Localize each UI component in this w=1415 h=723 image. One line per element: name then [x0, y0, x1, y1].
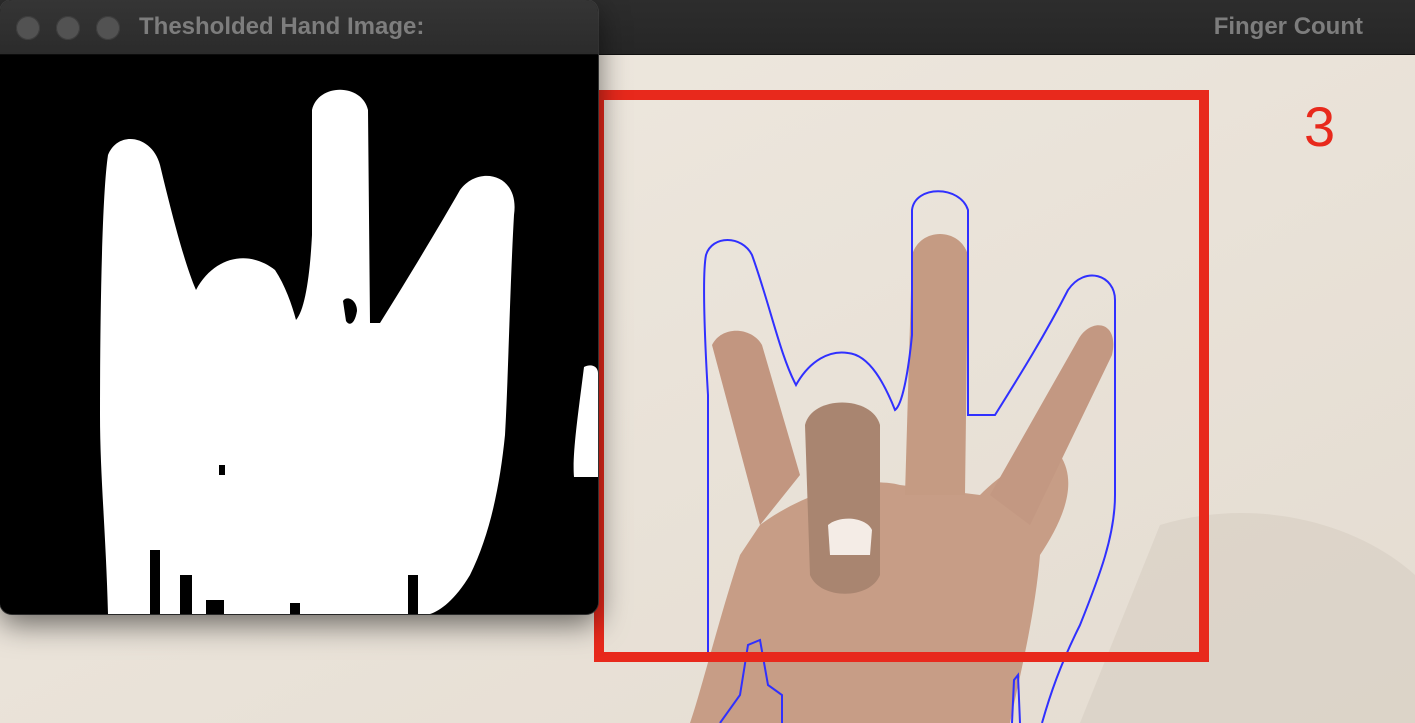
thresholded-hand-window: Thesholded Hand Image: — [0, 0, 598, 614]
folded-finger-photo — [805, 402, 880, 594]
mask-hole — [408, 575, 418, 614]
middle-finger-photo — [905, 234, 968, 495]
mask-hole — [219, 465, 225, 475]
finger-count-value: 3 — [1304, 95, 1335, 158]
mask-hole — [150, 550, 160, 614]
window-title: Thesholded Hand Image: — [139, 13, 425, 40]
minimize-window-button[interactable] — [56, 16, 80, 40]
mask-hole — [206, 600, 224, 614]
mask-hole — [180, 575, 192, 614]
threshold-mask-view — [0, 55, 598, 614]
thumbnail — [828, 518, 872, 555]
close-window-button[interactable] — [16, 16, 40, 40]
mask-hole — [290, 603, 300, 614]
zoom-window-button[interactable] — [96, 16, 120, 40]
window-title: Finger Count — [1213, 13, 1363, 40]
thresholded-titlebar[interactable]: Thesholded Hand Image: — [0, 0, 598, 55]
